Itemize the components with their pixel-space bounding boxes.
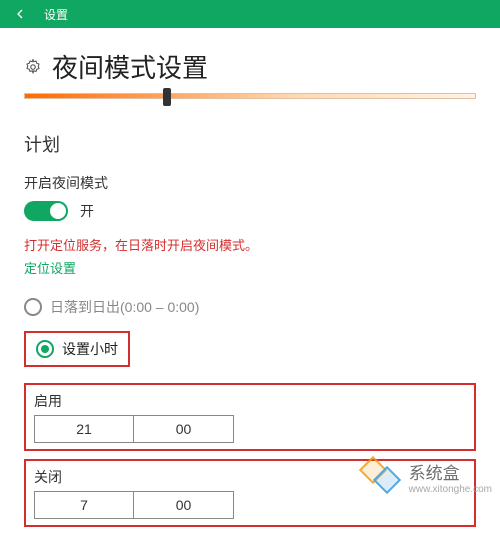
radio-sunset: 日落到日出(0:00 – 0:00) xyxy=(24,297,476,317)
enable-hour-input[interactable]: 21 xyxy=(34,415,134,443)
slider-thumb[interactable] xyxy=(163,88,171,106)
night-mode-toggle[interactable] xyxy=(24,201,68,221)
section-plan-title: 计划 xyxy=(24,131,476,157)
toggle-state-text: 开 xyxy=(80,201,94,221)
titlebar-title: 设置 xyxy=(40,6,68,23)
highlight-box-enable-time: 启用 21 00 xyxy=(24,383,476,451)
watermark-logo-icon xyxy=(355,456,403,498)
radio-set-hours[interactable]: 设置小时 xyxy=(36,339,118,359)
enable-minute-input[interactable]: 00 xyxy=(134,415,234,443)
radio-hours-label: 设置小时 xyxy=(62,339,118,359)
toggle-label: 开启夜间模式 xyxy=(24,173,476,193)
page-header: 夜间模式设置 xyxy=(24,48,476,85)
location-settings-link[interactable]: 定位设置 xyxy=(24,258,76,277)
location-warning: 打开定位服务，在日落时开启夜间模式。 xyxy=(24,235,476,254)
gear-icon xyxy=(24,58,42,76)
radio-circle-icon xyxy=(36,340,54,358)
back-button[interactable] xyxy=(0,0,40,28)
toggle-knob xyxy=(50,203,66,219)
disable-hour-input[interactable]: 7 xyxy=(34,491,134,519)
enable-time-label: 启用 xyxy=(34,391,466,411)
radio-sunset-label: 日落到日出(0:00 – 0:00) xyxy=(50,297,199,317)
page-title: 夜间模式设置 xyxy=(52,48,208,85)
disable-minute-input[interactable]: 00 xyxy=(134,491,234,519)
watermark-url: www.xitonghe.com xyxy=(409,484,492,495)
radio-circle-icon xyxy=(24,298,42,316)
watermark-text: 系统盒 xyxy=(409,459,492,484)
watermark: 系统盒 www.xitonghe.com xyxy=(355,456,492,498)
arrow-left-icon xyxy=(12,6,28,22)
warmth-slider[interactable] xyxy=(24,93,476,99)
titlebar: 设置 xyxy=(0,0,500,28)
highlight-box-radio: 设置小时 xyxy=(24,331,130,367)
